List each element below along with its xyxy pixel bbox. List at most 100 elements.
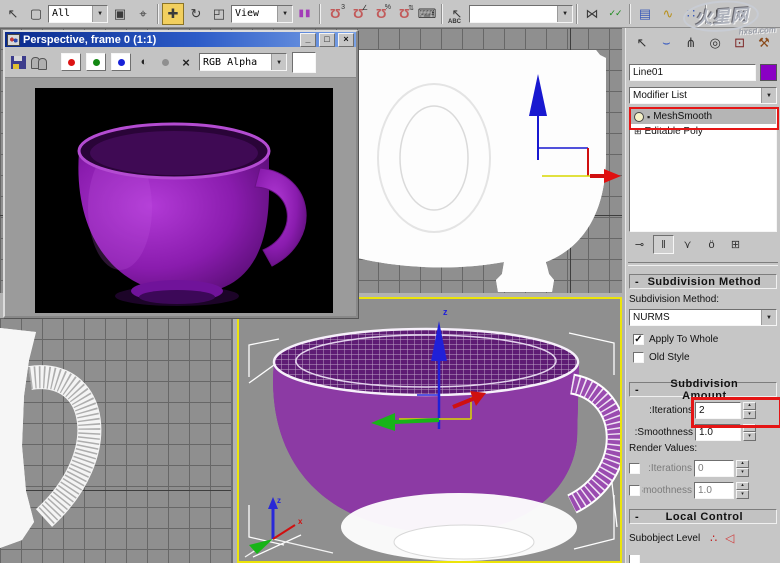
toolbar-separator [705, 4, 707, 24]
rollout-subdivision-amount[interactable]: - Subdivision Amount [629, 382, 777, 397]
select-object-icon[interactable]: ↖ [2, 3, 24, 25]
iterations-spinner[interactable]: ▴▾ [743, 402, 756, 419]
curve-editor-icon[interactable]: ∿ [657, 3, 679, 25]
named-selection-dropdown[interactable]: ▼ [469, 5, 573, 23]
quick-render-icon[interactable]: ▨ [733, 3, 755, 25]
chevron-down-icon[interactable]: ▼ [761, 310, 776, 325]
spinner-snap-icon[interactable]: Ω⇅ [393, 3, 415, 25]
clear-image-button[interactable]: × [178, 54, 194, 70]
chevron-down-icon[interactable]: ▼ [557, 6, 572, 22]
alpha-channel-button[interactable] [157, 54, 173, 70]
stack-item-meshsmooth[interactable]: ▪ MeshSmooth [630, 109, 776, 124]
modifier-list-dropdown[interactable]: Modifier List ▼ [629, 87, 777, 104]
render-iterations-value: 0 [698, 463, 704, 474]
object-color-swatch[interactable] [760, 64, 777, 81]
apply-to-whole-checkbox[interactable]: ✓ [633, 334, 644, 345]
use-pivot-center-icon[interactable]: ▮▮ [294, 3, 316, 25]
select-and-rotate-icon[interactable]: ↻ [185, 3, 207, 25]
select-and-manipulate-icon[interactable]: ⌖ [132, 3, 154, 25]
select-and-scale-icon[interactable]: ◰ [208, 3, 230, 25]
viewport-left[interactable] [0, 318, 233, 563]
expand-plus-icon[interactable]: ⊞ [634, 126, 642, 137]
close-button[interactable]: × [338, 33, 354, 47]
keyboard-override-icon[interactable]: ⌨ [416, 3, 438, 25]
select-and-move-icon[interactable]: ✚ [162, 3, 184, 25]
green-channel-button[interactable] [86, 53, 106, 71]
utilities-tab-icon[interactable]: ⚒ [753, 32, 775, 54]
create-tab-icon[interactable]: ↖ [631, 32, 653, 54]
clone-window-icon[interactable] [31, 56, 47, 69]
reference-coordsys-dropdown[interactable]: View ▼ [231, 5, 293, 23]
stack-item-editable-poly[interactable]: ⊞ Editable Poly [630, 124, 776, 139]
render-smoothness-field[interactable]: 1.0 [694, 482, 734, 499]
hierarchy-tab-icon[interactable]: ⋔ [680, 32, 702, 54]
render-iterations-spinner[interactable]: ▴▾ [736, 460, 749, 477]
render-frame-window[interactable]: Perspective, frame 0 (1:1) _ □ × ◐ × RGB… [3, 30, 358, 318]
render-values-label: Render Values: [629, 443, 777, 454]
chevron-down-icon[interactable]: ▼ [277, 6, 292, 22]
rectangular-selection-region-icon[interactable]: ▢ [25, 3, 47, 25]
viewport-perspective[interactable]: z z x [237, 297, 622, 563]
iterations-field[interactable]: 2 [695, 402, 741, 419]
window-icon [7, 34, 20, 46]
display-tab-icon[interactable]: ⊡ [729, 32, 751, 54]
render-iterations-checkbox[interactable] [629, 463, 640, 474]
pin-stack-icon[interactable]: ⊸ [629, 235, 650, 254]
collapse-indicator[interactable]: - [635, 276, 639, 288]
collapse-indicator[interactable]: - [635, 384, 639, 396]
schematic-view-icon[interactable]: ∷ [680, 3, 702, 25]
object-name-field[interactable]: Line01 [629, 64, 756, 81]
percent-snap-icon[interactable]: Ω% [370, 3, 392, 25]
angle-snap-icon[interactable]: Ω∠ [347, 3, 369, 25]
smoothness-spinner[interactable]: ▴▾ [743, 424, 756, 441]
selection-filter-dropdown[interactable]: All ▼ [48, 5, 108, 23]
snap-3d-icon[interactable]: Ω3 [324, 3, 346, 25]
old-style-checkbox[interactable] [633, 352, 644, 363]
smoothness-field[interactable]: 1.0 [695, 424, 741, 441]
stack-toolbar: ⊸ ‖ ⋎ ö ⊞ [629, 234, 777, 255]
render-smoothness-checkbox[interactable] [629, 485, 640, 496]
chevron-down-icon[interactable]: ▼ [92, 6, 107, 22]
front-wireframe-cup[interactable] [350, 46, 622, 293]
named-selection-sets-icon[interactable]: ↖ABC [446, 3, 468, 25]
window-crossing-toggle-icon[interactable]: ▣ [109, 3, 131, 25]
render-window-titlebar[interactable]: Perspective, frame 0 (1:1) _ □ × [5, 32, 356, 47]
modifier-list-label: Modifier List [633, 90, 761, 101]
save-image-icon[interactable] [11, 56, 26, 69]
subobject-level-row: Subobject Level ∴ ◁ [629, 531, 777, 545]
clipped-checkbox[interactable] [629, 555, 640, 563]
modify-tab-icon[interactable]: ⌣ [655, 32, 677, 54]
gray-dot-icon [162, 59, 169, 66]
minimize-button[interactable]: _ [300, 33, 316, 47]
background-color-swatch[interactable] [292, 52, 316, 73]
toolbar-separator [441, 4, 443, 24]
vertex-subobject-icon[interactable]: ∴ [710, 532, 717, 545]
motion-tab-icon[interactable]: ◎ [704, 32, 726, 54]
monochrome-channel-button[interactable]: ◐ [136, 54, 152, 70]
chevron-down-icon[interactable]: ▼ [761, 88, 776, 103]
chevron-down-icon[interactable]: ▼ [271, 54, 286, 70]
rollout-subdivision-method[interactable]: - Subdivision Method [629, 274, 777, 289]
channel-display-dropdown[interactable]: RGB Alpha ▼ [199, 53, 287, 71]
render-smoothness-spinner[interactable]: ▴▾ [736, 482, 749, 499]
remove-modifier-icon[interactable]: ö [701, 235, 722, 254]
red-channel-button[interactable] [61, 53, 81, 71]
maximize-button[interactable]: □ [319, 33, 335, 47]
lightbulb-icon[interactable] [634, 112, 644, 122]
left-wireframe-cup[interactable] [0, 326, 130, 556]
show-end-result-icon[interactable]: ‖ [653, 235, 674, 254]
render-scene-icon[interactable]: ▩ [710, 3, 732, 25]
configure-modifier-sets-icon[interactable]: ⊞ [725, 235, 746, 254]
rollout-local-control[interactable]: - Local Control [629, 509, 777, 524]
collapse-indicator[interactable]: - [635, 511, 639, 523]
toolbar-separator [629, 4, 631, 24]
make-unique-icon[interactable]: ⋎ [677, 235, 698, 254]
align-icon[interactable]: ✓✓ [604, 3, 626, 25]
render-iterations-field[interactable]: 0 [694, 460, 734, 477]
mirror-icon[interactable]: ⋈ [581, 3, 603, 25]
subdivision-method-dropdown[interactable]: NURMS ▼ [629, 309, 777, 326]
layer-manager-icon[interactable]: ▤ [634, 3, 656, 25]
blue-channel-button[interactable] [111, 53, 131, 71]
face-subobject-icon[interactable]: ◁ [725, 531, 734, 545]
svg-text:z: z [277, 496, 281, 505]
